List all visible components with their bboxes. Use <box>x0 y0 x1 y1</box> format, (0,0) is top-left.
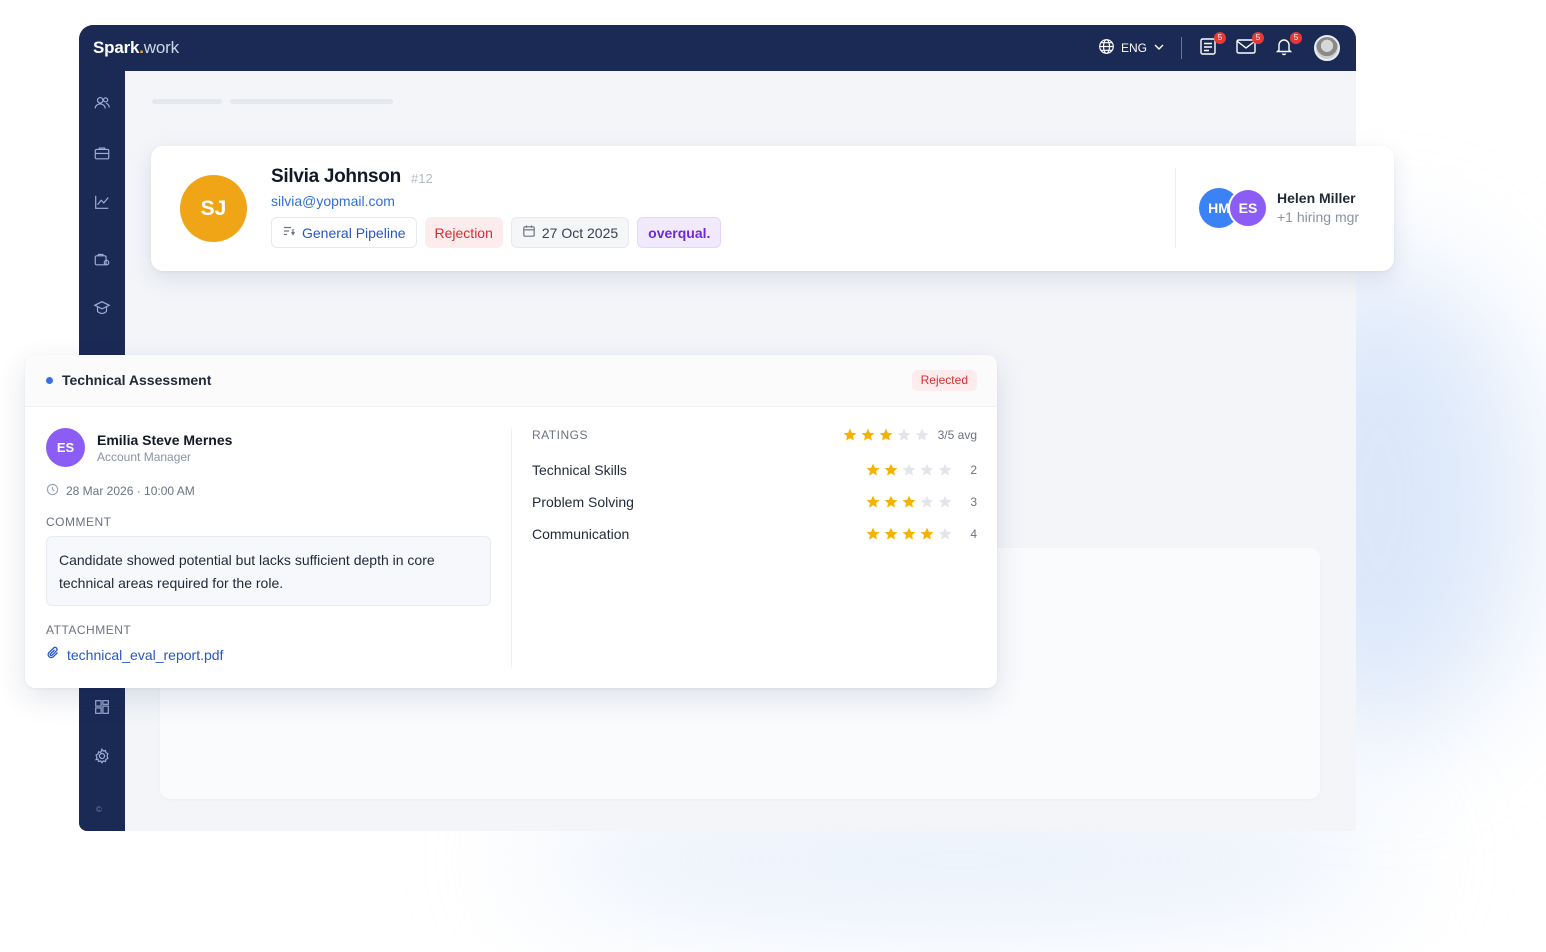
clock-icon <box>46 483 59 499</box>
tasks-badge: 5 <box>1214 32 1226 44</box>
globe-icon <box>1098 38 1115 58</box>
language-label: ENG <box>1120 41 1147 55</box>
reviewer-avatar: ES <box>46 428 85 467</box>
date-label: 27 Oct 2025 <box>541 224 619 241</box>
gear-icon[interactable] <box>92 746 112 766</box>
hiring-manager-name: Helen Miller <box>1277 190 1356 206</box>
status-badge: Rejected <box>911 370 977 391</box>
ratings-label: RATINGS <box>532 428 588 442</box>
briefcase-icon[interactable] <box>92 143 112 163</box>
review-datetime-text: 28 Mar 2026 · 10:00 AM <box>66 484 195 498</box>
star-filled-icon <box>902 495 916 508</box>
star-filled-icon <box>866 495 880 508</box>
messages-button[interactable]: 5 <box>1234 32 1264 60</box>
average-rating: 3/5 avg <box>842 427 977 443</box>
assessment-title: Technical Assessment <box>62 372 212 388</box>
star-filled-icon <box>879 428 893 441</box>
rating-row: Communication 4 <box>532 524 977 544</box>
star-filled-icon <box>884 463 898 476</box>
briefcase-settings-icon[interactable] <box>92 249 112 269</box>
star-filled-icon <box>861 428 875 441</box>
users-icon[interactable] <box>92 93 112 113</box>
average-rating-text: 3/5 avg <box>937 428 977 442</box>
divider <box>1181 37 1182 59</box>
rating-name: Technical Skills <box>532 462 627 478</box>
candidate-header-card: SJ Silvia Johnson #12 silvia@yopmail.com… <box>151 146 1394 271</box>
pipeline-icon <box>282 224 296 241</box>
star-filled-icon <box>884 527 898 540</box>
copyright-mark: © <box>96 805 102 814</box>
tag-label: overqual. <box>648 224 711 241</box>
review-datetime: 28 Mar 2026 · 10:00 AM <box>46 483 195 499</box>
attachment-filename: technical_eval_report.pdf <box>67 646 224 663</box>
status-dot <box>46 377 53 384</box>
comment-label: COMMENT <box>46 515 112 529</box>
pipeline-label: General Pipeline <box>302 224 406 241</box>
breadcrumb-placeholder <box>152 99 222 104</box>
divider <box>1175 168 1176 248</box>
rating-score: 2 <box>970 463 977 477</box>
star-filled-icon <box>866 527 880 540</box>
top-bar: Spark.work ENG 5 5 5 <box>79 25 1356 71</box>
rating-name: Communication <box>532 526 630 542</box>
chevron-down-icon <box>1153 41 1165 56</box>
messages-badge: 5 <box>1252 32 1264 44</box>
rating-stars <box>865 526 953 542</box>
star-empty-icon <box>902 463 916 476</box>
paperclip-icon <box>46 646 60 663</box>
calendar-icon <box>522 224 536 241</box>
rating-score: 4 <box>970 527 977 541</box>
app-logo[interactable]: Spark.work <box>93 38 179 58</box>
dashboard-icon[interactable] <box>92 697 112 717</box>
star-empty-icon <box>938 463 952 476</box>
star-empty-icon <box>938 495 952 508</box>
rating-score: 3 <box>970 495 977 509</box>
notifications-button[interactable]: 5 <box>1272 32 1302 60</box>
tasks-button[interactable]: 5 <box>1196 32 1226 60</box>
hiring-manager-avatar: ES <box>1228 188 1268 228</box>
divider <box>511 428 512 668</box>
tag-chip: overqual. <box>637 217 722 248</box>
star-empty-icon <box>920 495 934 508</box>
rating-row: Technical Skills 2 <box>532 460 977 480</box>
breadcrumb-placeholder <box>230 99 393 104</box>
star-empty-icon <box>920 463 934 476</box>
candidate-avatar: SJ <box>180 175 247 242</box>
star-filled-icon <box>884 495 898 508</box>
star-filled-icon <box>920 527 934 540</box>
star-empty-icon <box>915 428 929 441</box>
language-selector[interactable]: ENG <box>1098 38 1165 58</box>
star-filled-icon <box>866 463 880 476</box>
graduation-icon[interactable] <box>92 298 112 318</box>
rating-name: Problem Solving <box>532 494 634 510</box>
stage-chip: Rejection <box>424 217 503 248</box>
stage-label: Rejection <box>434 224 493 241</box>
star-filled-icon <box>843 428 857 441</box>
reviewer-name: Emilia Steve Mernes <box>97 432 233 448</box>
attachment-label: ATTACHMENT <box>46 623 132 637</box>
notifications-badge: 5 <box>1290 32 1302 44</box>
star-empty-icon <box>938 527 952 540</box>
hiring-manager-more[interactable]: +1 hiring mgr <box>1277 209 1359 225</box>
star-empty-icon <box>897 428 911 441</box>
attachment-link[interactable]: technical_eval_report.pdf <box>46 646 223 663</box>
user-avatar[interactable] <box>1314 35 1340 61</box>
assessment-header: Technical Assessment Rejected <box>25 355 997 407</box>
star-filled-icon <box>902 527 916 540</box>
candidate-email-link[interactable]: silvia@yopmail.com <box>271 193 395 209</box>
rating-stars <box>865 494 953 510</box>
date-chip: 27 Oct 2025 <box>510 217 630 248</box>
pipeline-chip[interactable]: General Pipeline <box>271 217 417 248</box>
candidate-id: #12 <box>411 171 433 186</box>
reviewer-role: Account Manager <box>97 450 192 464</box>
assessment-card: Technical Assessment Rejected ES Emilia … <box>25 355 997 688</box>
average-stars <box>842 427 930 443</box>
rating-stars <box>865 462 953 478</box>
comment-box: Candidate showed potential but lacks suf… <box>46 536 491 606</box>
candidate-name: Silvia Johnson <box>271 166 401 187</box>
rating-row: Problem Solving 3 <box>532 492 977 512</box>
chart-icon[interactable] <box>92 192 112 212</box>
